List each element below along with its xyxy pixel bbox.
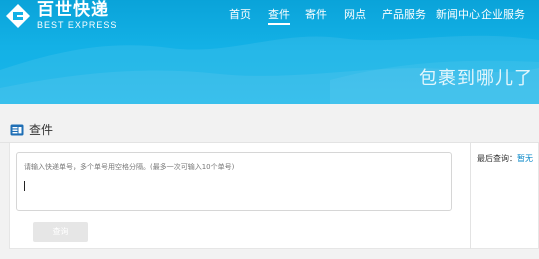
nav-products[interactable]: 产品服务: [382, 6, 426, 22]
nav-home[interactable]: 首页: [229, 6, 251, 22]
text-caret: [24, 181, 25, 191]
section-title: 查件: [29, 123, 54, 137]
query-button[interactable]: 查询: [33, 222, 88, 242]
nav-news[interactable]: 新闻中心: [436, 6, 480, 22]
header-banner: 百世快递 BEST EXPRESS 首页 查件 寄件 网点 产品服务 新闻中心 …: [0, 0, 539, 104]
banner-slogan: 包裹到哪儿了: [419, 68, 533, 89]
tracking-number-input[interactable]: 请输入快递单号，多个单号用空格分隔。(最多一次可输入10个单号): [16, 152, 452, 211]
last-query-info: 最后查询：暂无: [477, 153, 533, 164]
id-card-icon: [10, 124, 24, 135]
nav-outlets[interactable]: 网点: [344, 6, 366, 22]
main-nav: 首页 查件 寄件 网点 产品服务 新闻中心 企业服务: [0, 6, 539, 26]
last-query-label: 最后查询：: [477, 154, 517, 163]
nav-send-parcel[interactable]: 寄件: [305, 6, 327, 22]
panel-divider: [470, 143, 471, 249]
nav-enterprise[interactable]: 企业服务: [481, 6, 525, 22]
tracking-input-placeholder: 请输入快递单号，多个单号用空格分隔。(最多一次可输入10个单号): [24, 163, 235, 171]
last-query-value[interactable]: 暂无: [517, 154, 533, 163]
section-header: 查件: [10, 121, 53, 138]
nav-track-parcel[interactable]: 查件: [268, 6, 290, 25]
